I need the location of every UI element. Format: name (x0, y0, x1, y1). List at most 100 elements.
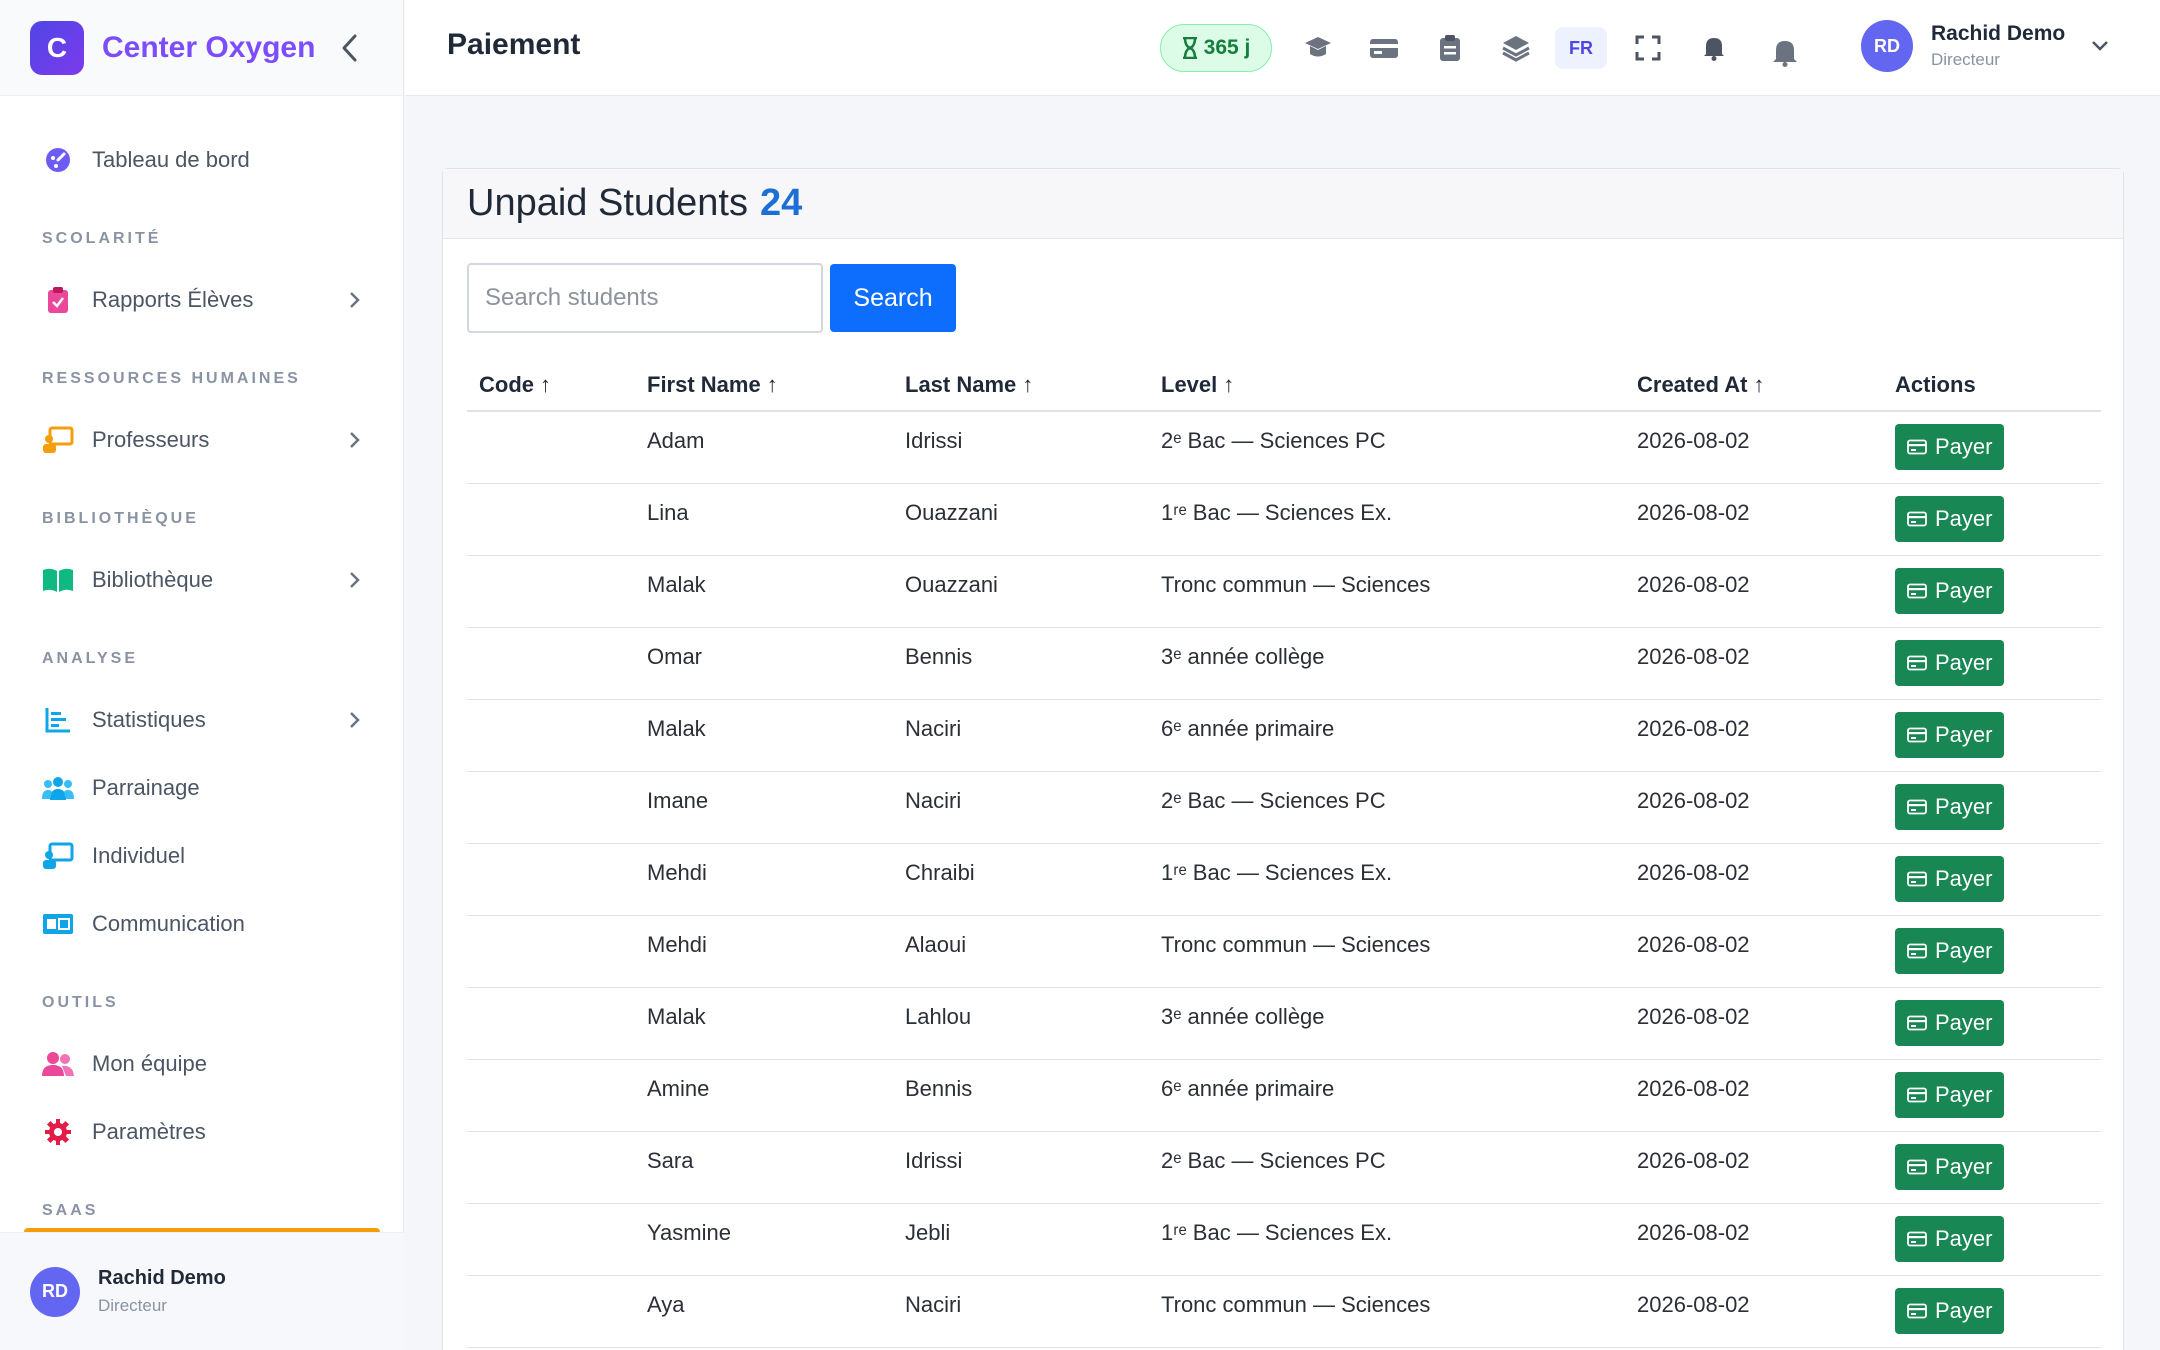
pay-button[interactable]: Payer (1895, 1143, 2005, 1190)
pay-button[interactable]: Payer (1895, 495, 2005, 542)
pay-button[interactable]: Payer (1895, 1287, 2005, 1334)
sidebar-item-label: Professeurs (92, 427, 210, 452)
sidebar-item-label: Bibliothèque (92, 567, 214, 592)
sidebar-item-communication[interactable]: Communication (0, 890, 403, 958)
search-input[interactable] (467, 263, 823, 333)
cell-created-at: 2026-08-02 (1625, 771, 1883, 844)
cell-last-name: Idrissi (893, 1131, 1149, 1204)
column-header-last-name[interactable]: Last Name ↑ (893, 359, 1149, 412)
column-header-level[interactable]: Level ↑ (1149, 359, 1625, 412)
pay-button[interactable]: Payer (1895, 783, 2005, 830)
pay-button[interactable]: Payer (1895, 1215, 2005, 1262)
subscription-days-badge[interactable]: 365 j (1160, 24, 1272, 72)
clipboard-check-icon (42, 284, 74, 316)
cell-code (467, 1131, 635, 1204)
cell-actions: Payer (1883, 1059, 2101, 1132)
column-header-first-name[interactable]: First Name ↑ (635, 359, 893, 412)
table-row: Mehdi Chraibi 1ʳᵉ Bac — Sciences Ex. 2026-0… (467, 843, 2101, 916)
brand-name[interactable]: Center Oxygen (102, 31, 315, 65)
column-header-code[interactable]: Code ↑ (467, 359, 635, 412)
table-row: Imane Naciri 2ᵉ Bac — Sciences PC 2026-08-0… (467, 771, 2101, 844)
sidebar-item-rapports[interactable]: Rapports Élèves (0, 266, 403, 334)
sidebar-item-label: Mon équipe (92, 1051, 207, 1076)
section-bibliotheque: BIBLIOTHÈQUE (42, 510, 199, 527)
fullscreen-icon[interactable] (1630, 30, 1666, 66)
pay-button[interactable]: Payer (1895, 711, 2005, 758)
graduation-cap-icon[interactable] (1300, 30, 1336, 66)
clipboard-list-icon[interactable] (1432, 30, 1468, 66)
credit-card-icon (1907, 799, 1927, 814)
sidebar-item-bibliotheque[interactable]: Bibliothèque (0, 546, 403, 614)
cell-actions: Payer (1883, 771, 2101, 844)
pay-button-label: Payer (1935, 1153, 1993, 1179)
pay-button[interactable]: Payer (1895, 424, 2005, 470)
credit-card-icon (1907, 1303, 1927, 1318)
search-button[interactable]: Search (830, 264, 956, 332)
cell-created-at: 2026-08-02 (1625, 843, 1883, 916)
sidebar-item-label: Statistiques (92, 707, 206, 732)
column-header-created-at[interactable]: Created At ↑ (1625, 359, 1883, 412)
cell-actions: Payer (1883, 1275, 2101, 1348)
cell-last-name: Lahlou (893, 987, 1149, 1060)
cell-actions: Payer (1883, 699, 2101, 772)
user-role: Directeur (98, 1296, 167, 1315)
bar-chart-icon (42, 704, 74, 736)
pay-button[interactable]: Payer (1895, 927, 2005, 974)
cell-code (467, 699, 635, 772)
search-bar: Search (467, 263, 956, 333)
cell-first-name: Adam (635, 411, 893, 484)
sort-arrow-icon: ↑ (1753, 371, 1765, 397)
cell-last-name: Naciri (893, 699, 1149, 772)
cell-actions: Payer (1883, 1203, 2101, 1276)
pay-button[interactable]: Payer (1895, 639, 2005, 686)
credit-card-icon[interactable] (1366, 30, 1402, 66)
sidebar-item-mon-equipe[interactable]: Mon équipe (0, 1030, 403, 1098)
sidebar-item-parrainage[interactable]: Parrainage (0, 754, 403, 822)
hourglass-icon (1182, 37, 1197, 59)
cell-last-name: Bennis (893, 1059, 1149, 1132)
cell-level: 2ᵉ Bac — Sciences PC (1149, 771, 1625, 844)
id-card-icon (42, 908, 74, 940)
pay-button[interactable]: Payer (1895, 855, 2005, 902)
pay-button[interactable]: Payer (1895, 999, 2005, 1046)
layers-icon[interactable] (1498, 30, 1534, 66)
sort-arrow-icon: ↑ (1022, 371, 1034, 397)
notification-bell-icon[interactable] (1696, 30, 1732, 66)
chevron-down-icon[interactable] (2089, 38, 2111, 54)
cell-level: 3ᵉ année collège (1149, 627, 1625, 700)
sidebar-user[interactable]: RD Rachid Demo Directeur (0, 1232, 404, 1350)
collapse-sidebar-icon[interactable] (338, 30, 362, 66)
card-header: Unpaid Students 24 (443, 169, 2123, 239)
cell-created-at: 2026-08-02 (1625, 1275, 1883, 1348)
users-group-icon (42, 772, 74, 804)
pay-button[interactable]: Payer (1895, 1071, 2005, 1118)
pay-button-label: Payer (1935, 434, 1993, 459)
sort-arrow-icon: ↑ (540, 371, 551, 397)
pay-button[interactable]: Payer (1895, 567, 2005, 614)
table-row: Adam Idrissi 2ᵉ Bac — Sciences PC 2026-08-0… (467, 411, 2101, 484)
sidebar-item-individuel[interactable]: Individuel (0, 822, 403, 890)
cell-last-name: Ouazzani (893, 483, 1149, 556)
sidebar-item-label: Paramètres (92, 1119, 206, 1144)
topbar-user-menu[interactable]: RD Rachid Demo Directeur (1861, 20, 2065, 72)
cell-actions: Payer (1883, 987, 2101, 1060)
cell-last-name: Idrissi (893, 411, 1149, 484)
sidebar-item-dashboard[interactable]: Tableau de bord (0, 126, 403, 194)
sidebar-item-professeurs[interactable]: Professeurs (0, 406, 403, 474)
section-scolarite: SCOLARITÉ (42, 230, 162, 247)
credit-card-icon (1907, 943, 1927, 958)
sidebar-item-statistiques[interactable]: Statistiques (0, 686, 403, 754)
sort-arrow-icon: ↑ (1223, 371, 1235, 397)
pay-button-label: Payer (1935, 1081, 1993, 1107)
table-row: Aya Naciri Tronc commun — Sciences 2026-08-… (467, 1275, 2101, 1348)
credit-card-icon (1907, 1159, 1927, 1174)
table-row: Malak Lahlou 3ᵉ année collège 2026-08-02 Pay… (467, 987, 2101, 1060)
credit-card-icon (1907, 511, 1927, 526)
language-switch[interactable]: FR (1555, 27, 1607, 69)
sidebar-item-parametres[interactable]: Paramètres (0, 1098, 403, 1166)
cell-created-at: 2026-08-02 (1625, 1203, 1883, 1276)
cell-level: Tronc commun — Sciences (1149, 915, 1625, 988)
cell-created-at: 2026-08-02 (1625, 627, 1883, 700)
brand-logo[interactable]: C (30, 20, 84, 75)
bell-icon[interactable] (1767, 34, 1803, 70)
